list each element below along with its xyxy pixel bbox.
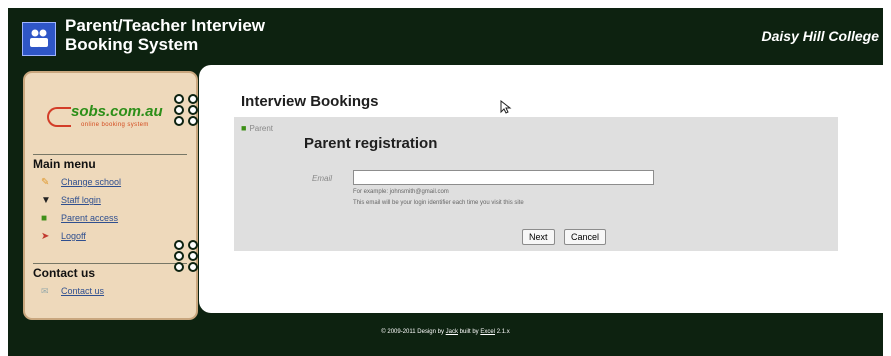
app-title-line2: Booking System <box>65 35 199 54</box>
people-icon <box>30 29 48 47</box>
binder-rings-bottom <box>174 240 204 276</box>
sidebar-item-label: Contact us <box>61 286 105 296</box>
brand-mark <box>47 107 71 127</box>
contact-divider <box>33 263 187 264</box>
sidebar-item-logoff[interactable]: ➤ Logoff <box>41 229 186 245</box>
parent-icon: ■ <box>41 213 48 224</box>
page-title: Interview Bookings <box>241 93 379 110</box>
college-name: Daisy Hill College <box>761 28 879 44</box>
page-footer: © 2009-2011 Design by Jack built by Exce… <box>8 329 883 335</box>
parent-icon: ■ <box>241 123 247 133</box>
cancel-button[interactable]: Cancel <box>564 229 607 245</box>
staff-icon: ▼ <box>41 195 51 206</box>
sidebar: sobs.com.au online booking system Main m… <box>23 71 198 320</box>
sidebar-item-contact-us[interactable]: ✉ Contact us <box>41 284 186 300</box>
logoff-icon: ➤ <box>41 231 50 242</box>
role-label: Parent <box>249 124 274 133</box>
envelope-icon: ✉ <box>41 286 49 296</box>
logo <box>22 22 56 56</box>
builder-link[interactable]: Excel <box>480 329 495 335</box>
version-text: 2.1.x <box>496 329 510 335</box>
mouse-cursor-icon <box>500 100 512 114</box>
designer-link[interactable]: Jack <box>446 329 458 335</box>
built-by-text: built by <box>459 329 479 335</box>
brand-logo: sobs.com.au online booking system <box>47 99 185 133</box>
brand-tagline: online booking system <box>81 122 149 128</box>
app-title-line1: Parent/Teacher Interview <box>65 16 265 35</box>
registration-panel: ■ Parent Parent registration Email For ex… <box>234 117 838 251</box>
panel-title: Parent registration <box>304 135 438 152</box>
main-menu-heading: Main menu <box>33 157 96 171</box>
contact-heading: Contact us <box>33 266 96 280</box>
email-label: Email <box>312 174 333 183</box>
app-frame: Parent/Teacher Interview Booking System … <box>8 8 883 356</box>
email-field[interactable] <box>353 170 654 185</box>
sidebar-item-label: Staff login <box>61 195 101 205</box>
sidebar-item-label: Logoff <box>61 231 86 241</box>
sidebar-item-label: Change school <box>61 177 122 187</box>
app-title: Parent/Teacher Interview Booking System <box>65 16 395 54</box>
sidebar-item-parent-access[interactable]: ■ Parent access <box>41 211 186 227</box>
role-badge: ■ Parent <box>241 123 273 133</box>
page-header: Parent/Teacher Interview Booking System … <box>8 8 883 64</box>
main-content: Interview Bookings ■ Parent Parent regist… <box>199 65 883 313</box>
email-identifier-hint: This email will be your login identifier… <box>353 200 524 206</box>
sidebar-item-change-school[interactable]: ✎ Change school <box>41 175 186 191</box>
sidebar-item-staff-login[interactable]: ▼ Staff login <box>41 193 186 209</box>
brand-text: sobs.com.au <box>71 103 163 120</box>
menu-divider <box>33 154 187 155</box>
email-example-hint: For example: johnsmith@gmail.com <box>353 189 449 195</box>
pencil-icon: ✎ <box>41 177 50 188</box>
copyright-text: © 2009-2011 Design by <box>381 329 444 335</box>
next-button[interactable]: Next <box>522 229 555 245</box>
binder-rings-top <box>174 94 204 130</box>
sidebar-item-label: Parent access <box>61 213 119 223</box>
